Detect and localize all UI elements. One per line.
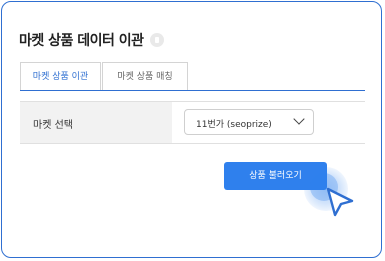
market-select-value: 11번가 (seoprize) [196, 120, 272, 130]
market-select-row: 마켓 선택 11번가 (seoprize) [20, 101, 365, 144]
title-row: 마켓 상품 데이터 이관 [19, 30, 164, 50]
tab-underline [20, 90, 365, 91]
cursor-arrow-icon [326, 187, 354, 217]
tab-market-product-migration[interactable]: 마켓 상품 이관 [20, 62, 101, 91]
tab-market-product-matching[interactable]: 마켓 상품 매칭 [102, 62, 188, 91]
form-label-cell: 마켓 선택 [20, 102, 172, 143]
help-icon[interactable] [149, 33, 164, 47]
market-select-dropdown[interactable]: 11번가 (seoprize) [184, 109, 314, 135]
tab-bar: 마켓 상품 이관 마켓 상품 매칭 [20, 62, 188, 91]
page-title: 마켓 상품 데이터 이관 [19, 33, 144, 49]
chevron-down-icon [293, 113, 305, 125]
market-select-label: 마켓 선택 [33, 120, 73, 131]
